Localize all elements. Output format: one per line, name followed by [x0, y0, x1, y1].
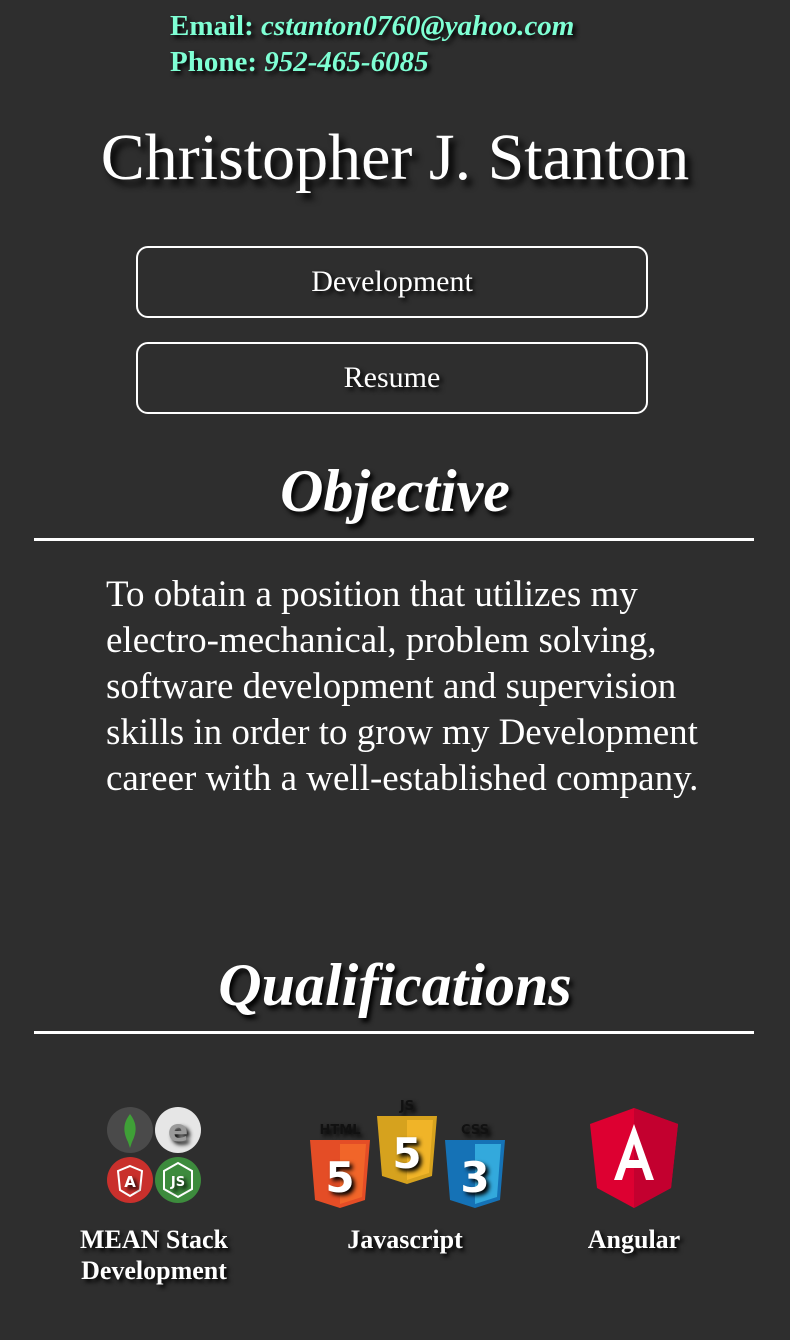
- angular-icon: [560, 1096, 708, 1224]
- qualification-javascript[interactable]: HTML 5 JS 5 CSS 3 Javascript: [300, 1096, 510, 1255]
- qualification-mean-stack[interactable]: e A JS MEAN Stack Development: [64, 1096, 244, 1286]
- qualifications-heading: Qualifications: [218, 952, 572, 1018]
- email-link[interactable]: cstanton0760@yahoo.com: [261, 10, 574, 42]
- objective-divider: [34, 538, 754, 541]
- objective-text: To obtain a position that utilizes my el…: [106, 574, 699, 799]
- contact-info: Email: cstanton0760@yahoo.com Phone: 952…: [170, 8, 574, 80]
- phone-line: Phone: 952-465-6085: [170, 44, 574, 80]
- mean-stack-icon: e A JS: [64, 1096, 244, 1224]
- svg-text:HTML: HTML: [320, 1123, 361, 1138]
- phone-label: Phone:: [170, 46, 257, 78]
- phone-link[interactable]: 952-465-6085: [264, 46, 428, 78]
- development-button[interactable]: Development: [136, 246, 648, 318]
- email-label: Email:: [170, 10, 254, 42]
- qualification-angular[interactable]: Angular: [560, 1096, 708, 1255]
- svg-text:CSS: CSS: [461, 1123, 489, 1138]
- resume-button[interactable]: Resume: [136, 342, 648, 414]
- qualifications-divider: [34, 1031, 754, 1034]
- objective-heading: Objective: [280, 458, 510, 524]
- resume-page: Email: cstanton0760@yahoo.com Phone: 952…: [0, 0, 790, 1340]
- html-js-css-icon: HTML 5 JS 5 CSS 3: [300, 1096, 510, 1224]
- qualification-label: Angular: [587, 1225, 681, 1254]
- qualification-label: Javascript: [347, 1225, 463, 1254]
- svg-text:5: 5: [392, 1129, 421, 1178]
- svg-text:JS: JS: [399, 1099, 414, 1114]
- page-title: Christopher J. Stanton: [100, 121, 690, 194]
- svg-text:3: 3: [460, 1153, 489, 1202]
- qualification-label: MEAN Stack Development: [79, 1225, 229, 1285]
- svg-text:e: e: [168, 1114, 188, 1149]
- svg-text:A: A: [124, 1173, 136, 1191]
- email-line: Email: cstanton0760@yahoo.com: [170, 8, 574, 44]
- svg-text:5: 5: [325, 1153, 354, 1202]
- svg-text:JS: JS: [170, 1175, 185, 1190]
